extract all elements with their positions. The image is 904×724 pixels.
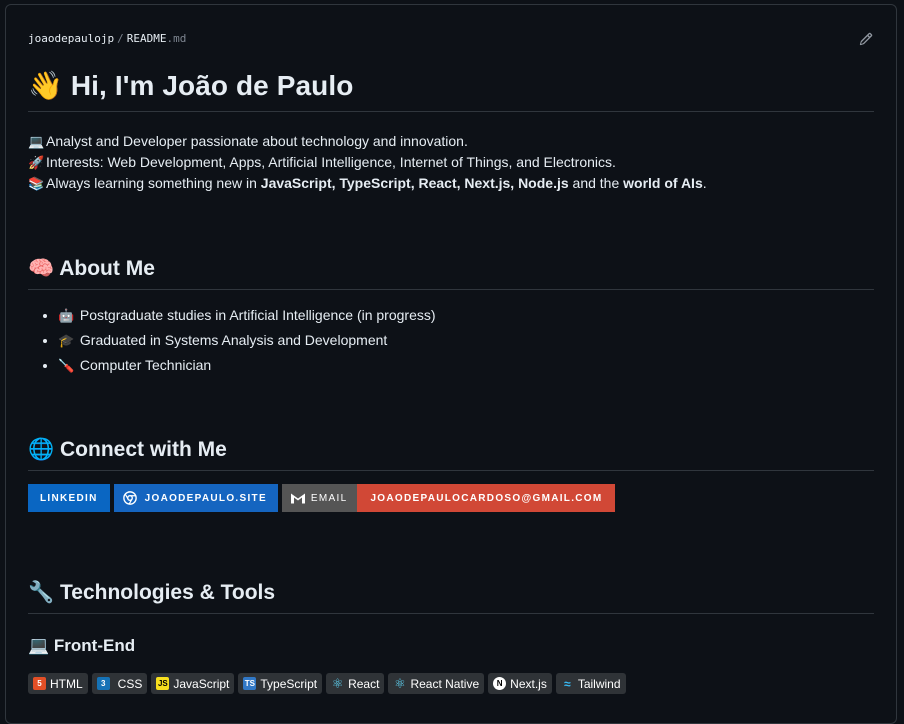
list-item-text: Computer Technician [79, 357, 212, 373]
intro-line: 🚀 Interests: Web Development, Apps, Artif… [28, 152, 707, 173]
about-heading: 🧠 About Me [28, 257, 874, 290]
html5-icon: 5 [33, 677, 46, 690]
tech-badge-html[interactable]: 5 HTML [28, 673, 88, 694]
tech-badge-label: React [348, 676, 380, 691]
javascript-icon: JS [156, 677, 170, 690]
readme-panel: joaodepaulojp / README.md 👋 Hi, I'm João d… [5, 4, 897, 724]
page-title: 👋 Hi, I'm João de Paulo [28, 69, 874, 112]
connect-heading-text: Connect with Me [60, 438, 227, 461]
react-icon: ⚛ [394, 675, 406, 691]
laptop-emoji-icon: 💻 [28, 636, 50, 655]
list-item: 🤖 Postgraduate studies in Artificial Int… [58, 303, 436, 328]
typescript-icon: TS [243, 677, 257, 690]
intro-line-prefix: Always learning something new in [46, 175, 261, 191]
rocket-emoji-icon: 🚀 [28, 155, 45, 170]
breadcrumb-separator: / [117, 32, 124, 45]
intro-paragraph: 💻 Analyst and Developer passionate about … [28, 131, 707, 194]
tech-badge-label: TypeScript [260, 676, 318, 691]
intro-line: 💻 Analyst and Developer passionate about … [28, 131, 707, 152]
brain-emoji-icon: 🧠 [28, 257, 55, 280]
email-badge-label-part: EMAIL [281, 484, 358, 512]
connect-badges: LINKEDIN JOAODEPAULO.SITE EMAIL JOAODEPA… [28, 484, 615, 512]
intro-line-mid: and the [568, 175, 624, 191]
intro-line: 📚 Always learning something new in JavaSc… [28, 173, 707, 194]
email-badge-value: JOAODEPAULOCARDOSO@GMAIL.COM [357, 484, 615, 512]
globe-emoji-icon: 🌐 [28, 438, 55, 461]
site-badge-text: JOAODEPAULO.SITE [144, 492, 267, 504]
frontend-heading: 💻 Front-End [28, 636, 135, 656]
email-badge-label: EMAIL [310, 492, 348, 504]
breadcrumb-file-name: README [126, 32, 167, 45]
tech-badge-label: React Native [410, 676, 480, 691]
breadcrumb-repo-link[interactable]: joaodepaulojp [28, 32, 114, 45]
breadcrumb-file-ext: .md [166, 32, 187, 45]
connect-heading: 🌐 Connect with Me [28, 438, 874, 471]
tech-badge-label: JavaScript [173, 676, 230, 691]
tech-badge-css[interactable]: 3 CSS [91, 673, 148, 694]
books-emoji-icon: 📚 [28, 176, 45, 191]
tech-badge-label: HTML [50, 676, 83, 691]
react-icon: ⚛ [331, 675, 344, 691]
screwdriver-emoji-icon: 🪛 [58, 358, 75, 373]
tailwind-icon: ≈ [564, 676, 571, 691]
edit-button[interactable] [856, 29, 876, 49]
intro-tech-list: JavaScript, TypeScript, React, Next.js, … [260, 175, 569, 191]
graduation-emoji-icon: 🎓 [58, 333, 75, 348]
tech-heading: 🔧 Technologies & Tools [28, 581, 874, 614]
list-item-text: Graduated in Systems Analysis and Develo… [79, 332, 388, 348]
tech-badge-react-native[interactable]: ⚛ React Native [388, 673, 485, 694]
list-item: 🪛 Computer Technician [58, 353, 436, 378]
laptop-emoji-icon: 💻 [28, 134, 45, 149]
tech-badge-typescript[interactable]: TS TypeScript [238, 673, 323, 694]
intro-ai-text: world of AIs [623, 175, 703, 191]
gmail-icon [290, 493, 305, 504]
site-badge-link[interactable]: JOAODEPAULO.SITE [113, 484, 278, 512]
tech-badge-react[interactable]: ⚛ React [326, 673, 385, 694]
about-list: 🤖 Postgraduate studies in Artificial Int… [28, 303, 436, 378]
list-item-text: Postgraduate studies in Artificial Intel… [79, 307, 436, 323]
chrome-icon [122, 491, 137, 505]
intro-line-suffix: . [702, 175, 707, 191]
nextjs-icon: N [493, 677, 507, 690]
frontend-badges: 5 HTML 3 CSS JS JavaScript TS TypeScript ⚛ Re… [28, 673, 626, 694]
tech-badge-label: CSS [117, 676, 143, 691]
list-item: 🎓 Graduated in Systems Analysis and Deve… [58, 328, 436, 353]
robot-emoji-icon: 🤖 [58, 308, 75, 323]
email-badge-link[interactable]: EMAIL JOAODEPAULOCARDOSO@GMAIL.COM [281, 484, 615, 512]
tech-badge-label: Next.js [510, 676, 547, 691]
tech-badge-label: Tailwind [577, 676, 621, 691]
page-title-text: Hi, I'm João de Paulo [70, 70, 354, 101]
tech-badge-javascript[interactable]: JS JavaScript [151, 673, 235, 694]
linkedin-badge-text: LINKEDIN [40, 492, 98, 504]
about-heading-text: About Me [59, 257, 155, 280]
tech-badge-nextjs[interactable]: N Next.js [488, 673, 552, 694]
linkedin-badge-link[interactable]: LINKEDIN [28, 484, 110, 512]
wrench-emoji-icon: 🔧 [28, 581, 55, 604]
intro-line-text: Analyst and Developer passionate about t… [46, 133, 468, 149]
tech-badge-tailwind[interactable]: ≈ Tailwind [555, 673, 626, 694]
frontend-heading-text: Front-End [53, 636, 136, 655]
tech-heading-text: Technologies & Tools [60, 581, 276, 604]
css3-icon: 3 [96, 677, 110, 690]
pencil-icon [859, 32, 873, 46]
intro-line-text: Interests: Web Development, Apps, Artifi… [46, 154, 616, 170]
wave-emoji-icon: 👋 [28, 70, 63, 101]
breadcrumb: joaodepaulojp / README.md [28, 32, 186, 45]
